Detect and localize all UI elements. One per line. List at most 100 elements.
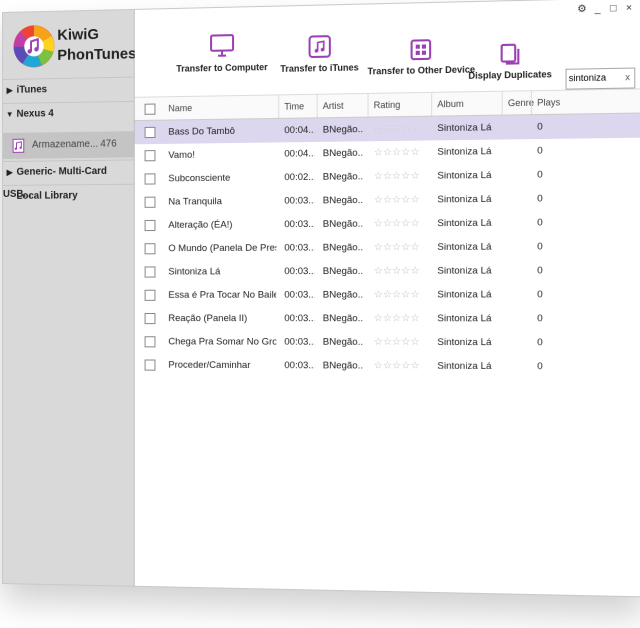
- sidebar-item-local-library[interactable]: Local Library: [2, 183, 134, 208]
- transfer-to-other-device-label: Transfer to Other Device: [367, 64, 476, 77]
- display-duplicates-label: Display Duplicates: [468, 69, 552, 81]
- table-row[interactable]: Reação (Panela II) 00:03... BNegão... ☆☆☆☆☆…: [135, 307, 640, 331]
- transfer-to-itunes-button[interactable]: Transfer to iTunes: [280, 33, 359, 74]
- monitor-icon: [209, 32, 235, 59]
- cell-album: Sintoniza Lá: [437, 193, 492, 206]
- sidebar-item-device[interactable]: ▼ Nexus 4: [2, 100, 134, 126]
- column-header-plays[interactable]: Plays: [537, 97, 560, 108]
- rating-stars[interactable]: ☆☆☆☆☆: [374, 170, 431, 183]
- app-logo: KiwiG PhonTunes: [11, 18, 136, 83]
- cell-name: Alteração (ÉA!): [168, 219, 233, 231]
- app-logo-icon: [13, 25, 55, 68]
- row-checkbox[interactable]: [144, 312, 156, 325]
- cell-album: Sintoniza Lá: [437, 145, 492, 158]
- cell-plays: 0: [537, 336, 543, 349]
- table-row[interactable]: Proceder/Caminhar 00:03... BNegão... ☆☆☆☆☆ S…: [135, 353, 640, 379]
- transfer-to-other-device-button[interactable]: Transfer to Other Device: [367, 37, 476, 77]
- row-checkbox[interactable]: [144, 289, 156, 301]
- sidebar-item-generic[interactable]: ▶ Generic- Multi-Card USB...: [2, 159, 134, 200]
- table-row[interactable]: Essa é Pra Tocar No Baile 00:03... BNegão.…: [135, 283, 640, 307]
- table-row[interactable]: Sintoniza Lá 00:03... BNegão... ☆☆☆☆☆ Sinton…: [135, 258, 640, 283]
- maximize-button[interactable]: □: [607, 3, 620, 15]
- cell-plays: 0: [537, 312, 543, 325]
- row-checkbox[interactable]: [144, 243, 156, 255]
- search-box: x: [565, 67, 636, 90]
- row-checkbox[interactable]: [144, 219, 156, 232]
- cell-artist: BNegão...: [322, 218, 364, 230]
- row-checkbox[interactable]: [144, 336, 156, 348]
- table-row[interactable]: Chega Pra Somar No Gro... 00:03... BNegão.…: [135, 330, 640, 355]
- row-checkbox[interactable]: [144, 173, 156, 185]
- column-header-time[interactable]: Time: [284, 101, 304, 112]
- cell-name: Essa é Pra Tocar No Baile: [168, 289, 277, 301]
- cell-name: Vamo!: [168, 149, 195, 162]
- cell-plays: 0: [537, 265, 543, 277]
- app-name-line2: PhonTunes: [57, 45, 137, 64]
- sidebar-item-label: iTunes: [16, 84, 48, 96]
- cell-time: 00:04...: [284, 124, 315, 137]
- minimize-button[interactable]: _: [591, 3, 604, 15]
- rating-stars[interactable]: ☆☆☆☆☆: [374, 218, 431, 230]
- close-button[interactable]: ×: [623, 2, 636, 15]
- cell-artist: BNegão...: [322, 171, 364, 183]
- rating-stars[interactable]: ☆☆☆☆☆: [374, 123, 431, 135]
- cell-time: 00:02...: [284, 171, 315, 184]
- rating-stars[interactable]: ☆☆☆☆☆: [374, 194, 431, 206]
- cell-plays: 0: [537, 217, 543, 229]
- column-header-rating[interactable]: Rating: [374, 100, 401, 111]
- sidebar-item-label: Nexus 4: [16, 108, 54, 120]
- cell-artist: BNegão...: [322, 336, 364, 348]
- select-all-checkbox[interactable]: [144, 103, 156, 115]
- row-checkbox[interactable]: [144, 266, 156, 278]
- cell-plays: 0: [537, 145, 543, 157]
- table-row[interactable]: O Mundo (Panela De Pres... 00:03... BNegão…: [135, 234, 640, 260]
- cell-name: Bass Do Tambô: [168, 125, 235, 138]
- cell-time: 00:03...: [284, 195, 315, 207]
- rating-stars[interactable]: ☆☆☆☆☆: [374, 147, 431, 159]
- display-duplicates-button[interactable]: Display Duplicates: [468, 42, 552, 81]
- sidebar-item-label: Local Library: [16, 190, 78, 202]
- cell-name: Sintoniza Lá: [168, 266, 221, 278]
- toolbar: Transfer to Computer Transfer to iTunes: [135, 19, 640, 93]
- sidebar-item-itunes[interactable]: ▶ iTunes: [2, 76, 134, 102]
- settings-icon[interactable]: ⚙: [576, 4, 589, 16]
- transfer-to-computer-button[interactable]: Transfer to Computer: [176, 31, 268, 74]
- storage-count: 476: [100, 138, 117, 150]
- search-input[interactable]: [566, 68, 624, 87]
- cell-time: 00:03...: [284, 289, 315, 301]
- clear-search-icon[interactable]: x: [625, 72, 630, 83]
- row-checkbox[interactable]: [144, 196, 156, 208]
- cell-time: 00:03...: [284, 336, 315, 348]
- cell-artist: BNegão...: [322, 147, 364, 160]
- row-checkbox[interactable]: [144, 150, 156, 162]
- cell-artist: BNegão...: [322, 312, 364, 325]
- cell-name: Reação (Panela II): [168, 312, 248, 325]
- rating-stars[interactable]: ☆☆☆☆☆: [374, 313, 431, 324]
- music-file-icon: [12, 138, 25, 153]
- rating-stars[interactable]: ☆☆☆☆☆: [374, 360, 431, 372]
- rating-stars[interactable]: ☆☆☆☆☆: [374, 289, 431, 300]
- cell-album: Sintoniza Lá: [437, 312, 492, 325]
- chevron-down-icon: ▼: [5, 109, 14, 119]
- cell-name: Subconsciente: [168, 172, 231, 185]
- table-row[interactable]: Alteração (ÉA!) 00:03... BNegão... ☆☆☆☆☆ Sin…: [135, 210, 640, 237]
- sidebar-item-storage[interactable]: Armazename... 476: [2, 131, 134, 159]
- column-header-artist[interactable]: Artist: [323, 101, 344, 112]
- cell-time: 00:03...: [284, 359, 315, 372]
- row-checkbox[interactable]: [144, 359, 156, 371]
- cell-album: Sintoniza Lá: [437, 217, 492, 230]
- cell-album: Sintoniza Lá: [437, 336, 492, 349]
- rating-stars[interactable]: ☆☆☆☆☆: [374, 337, 431, 348]
- column-header-album[interactable]: Album: [437, 99, 463, 110]
- cell-album: Sintoniza Lá: [437, 122, 492, 135]
- cell-album: Sintoniza Lá: [437, 265, 492, 277]
- row-checkbox[interactable]: [144, 126, 156, 139]
- column-header-name[interactable]: Name: [168, 103, 192, 114]
- rating-stars[interactable]: ☆☆☆☆☆: [374, 242, 431, 254]
- music-note-icon: [307, 34, 331, 59]
- cell-artist: BNegão...: [322, 360, 364, 372]
- rating-stars[interactable]: ☆☆☆☆☆: [374, 265, 431, 276]
- cell-name: Na Tranquila: [168, 196, 222, 208]
- cell-artist: BNegão...: [322, 123, 364, 136]
- cell-plays: 0: [537, 360, 543, 373]
